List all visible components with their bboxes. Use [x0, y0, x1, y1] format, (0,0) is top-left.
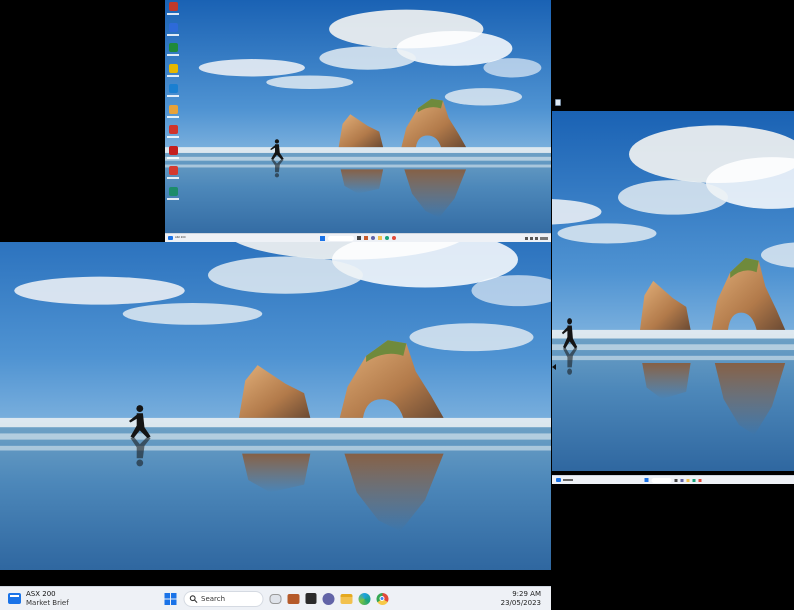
- file-explorer-icon[interactable]: [378, 236, 382, 240]
- wallpaper: [552, 111, 794, 471]
- desktop-icon-8[interactable]: [167, 145, 179, 159]
- taskbar-top: ASX 200: [165, 233, 551, 242]
- icon-6-glyph: [168, 104, 178, 114]
- icon-8-label-bar: [167, 156, 179, 159]
- weather-widget[interactable]: [556, 478, 573, 482]
- edge-icon[interactable]: [358, 592, 370, 605]
- task-view-icon[interactable]: [674, 478, 678, 482]
- windows-icon: [164, 592, 176, 605]
- monitor-right: [552, 96, 794, 484]
- icon-3-glyph: [168, 43, 178, 52]
- desktop-icon-4[interactable]: [167, 63, 179, 77]
- search-box[interactable]: Search: [183, 590, 263, 607]
- chrome-icon[interactable]: [376, 592, 388, 605]
- monitor-main: ASX 200 Market Brief Search 9:29 AM 23/0…: [0, 242, 551, 610]
- desktop-icon-5[interactable]: [167, 84, 179, 97]
- taskbar-main: ASX 200 Market Brief Search 9:29 AM 23/0…: [0, 586, 551, 610]
- wallpaper: [165, 0, 551, 242]
- briefcase-icon[interactable]: [287, 593, 299, 604]
- icon-9-label-bar: [167, 177, 179, 179]
- icon-4-label-bar: [167, 74, 179, 77]
- icon-10-label-bar: [167, 197, 179, 200]
- desktop-icon-7[interactable]: [167, 125, 179, 138]
- icon-4-glyph: [168, 63, 178, 73]
- desktop-icon-2[interactable]: [167, 22, 179, 36]
- search-label: Search: [201, 594, 226, 603]
- search-icon: [189, 594, 197, 603]
- clock-time: 9:29 AM: [512, 589, 541, 598]
- weather-subtitle: Market Brief: [26, 598, 69, 607]
- icon-8-glyph: [168, 145, 178, 155]
- teams-icon[interactable]: [371, 236, 375, 240]
- icon-2-label-bar: [167, 33, 179, 36]
- news-widget-icon[interactable]: [269, 593, 281, 604]
- weather-widget[interactable]: ASX 200: [168, 236, 186, 240]
- edge-icon[interactable]: [692, 478, 696, 482]
- recycle-bin-icon[interactable]: [555, 99, 561, 106]
- clock-date: 23/05/2023: [500, 598, 541, 607]
- weather-icon: [556, 478, 561, 482]
- icon-10-glyph: [168, 186, 178, 196]
- icon-5-label-bar: [167, 95, 179, 97]
- arrow-left-icon: [552, 364, 556, 370]
- icon-6-label-bar: [167, 115, 179, 118]
- icon-9-glyph: [168, 166, 178, 175]
- weather-widget[interactable]: ASX 200 Market Brief: [8, 590, 69, 607]
- icon-2-glyph: [168, 22, 178, 32]
- weather-label: ASX 200: [175, 235, 186, 239]
- desktop-icon-9[interactable]: [167, 166, 179, 179]
- edge-icon[interactable]: [385, 236, 389, 240]
- task-view-icon[interactable]: [357, 236, 361, 240]
- chrome-icon[interactable]: [698, 478, 702, 482]
- desktop-icon-1[interactable]: [167, 2, 179, 15]
- icon-5-glyph: [168, 84, 178, 93]
- icon-7-glyph: [168, 125, 178, 134]
- start-button[interactable]: [163, 592, 177, 606]
- weather-icon: [168, 236, 173, 240]
- icon-3-label-bar: [167, 54, 179, 56]
- weather-icon: [8, 593, 21, 604]
- search-box[interactable]: [651, 477, 672, 483]
- teams-icon[interactable]: [680, 478, 684, 482]
- file-explorer-icon[interactable]: [686, 478, 690, 482]
- task-view-icon[interactable]: [305, 593, 316, 604]
- icon-1-label-bar: [167, 13, 179, 15]
- start-icon[interactable]: [644, 478, 649, 482]
- chrome-icon[interactable]: [392, 236, 396, 240]
- monitor-top: ASX 200: [165, 0, 551, 242]
- icon-7-label-bar: [167, 136, 179, 138]
- taskbar-right: [552, 475, 794, 484]
- start-icon[interactable]: [320, 235, 325, 241]
- desktop-icon-10[interactable]: [167, 186, 179, 200]
- system-tray[interactable]: [525, 236, 548, 240]
- teams-icon[interactable]: [322, 592, 334, 605]
- icon-1-glyph: [168, 2, 178, 11]
- wallpaper: [0, 242, 551, 570]
- app-icon[interactable]: [364, 236, 368, 240]
- desktop-icon-6[interactable]: [167, 104, 179, 118]
- file-explorer-icon[interactable]: [340, 593, 352, 604]
- clock[interactable]: 9:29 AM 23/05/2023: [501, 590, 541, 608]
- search-box[interactable]: [328, 235, 354, 241]
- weather-title: ASX 200: [26, 590, 56, 599]
- desktop-icon-3[interactable]: [167, 43, 179, 56]
